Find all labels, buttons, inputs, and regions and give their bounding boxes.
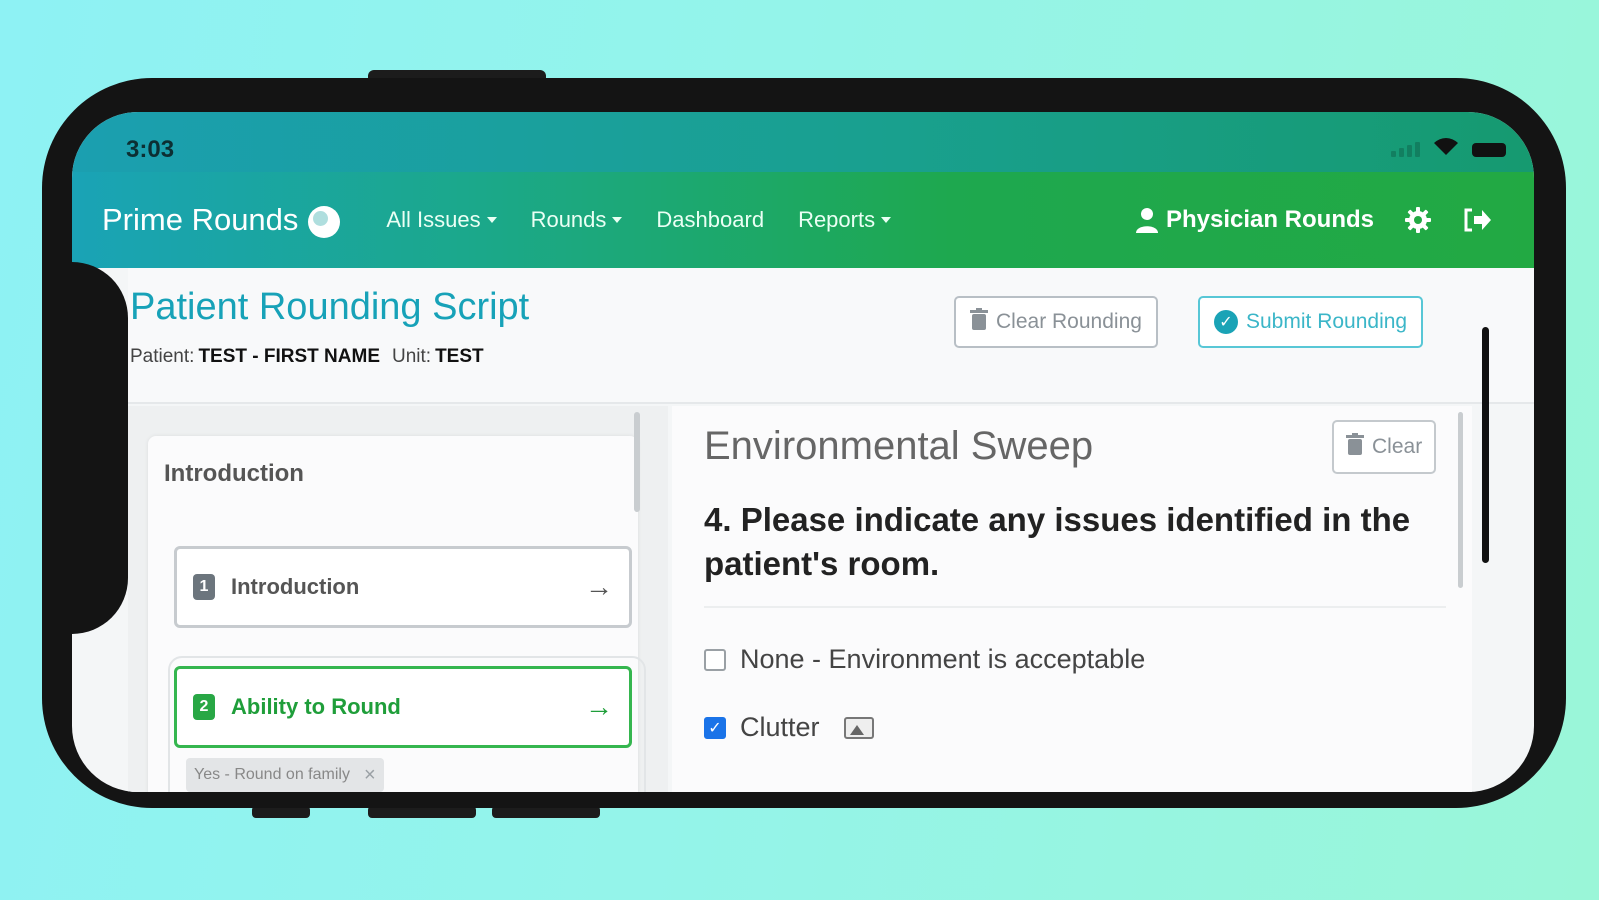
question-section-title: Environmental Sweep	[704, 424, 1094, 468]
nav-all-issues-dropdown[interactable]: All Issues	[386, 207, 497, 233]
patient-info: Patient: TEST - FIRST NAME Unit: TEST	[130, 346, 496, 368]
divider	[704, 606, 1446, 608]
nav-right: Physician Rounds	[1135, 206, 1492, 234]
steps-panel: Introduction 1 Introduction → 2 Ability …	[128, 406, 668, 792]
phone-notch	[72, 262, 128, 634]
patient-value: TEST - FIRST NAME	[198, 346, 380, 367]
user-icon	[1135, 207, 1158, 233]
trash-icon	[970, 308, 988, 336]
arrow-right-icon: →	[585, 571, 613, 602]
patient-label: Patient:	[130, 346, 195, 367]
step-introduction[interactable]: 1 Introduction →	[174, 546, 632, 628]
navbar: Prime Rounds All Issues Rounds Dashboard…	[72, 172, 1534, 268]
brand-name: Prime Rounds	[102, 202, 299, 237]
unit-value: TEST	[435, 346, 484, 367]
page-title: Patient Rounding Script	[130, 286, 530, 328]
nav-reports-dropdown[interactable]: Reports	[798, 207, 892, 233]
clear-rounding-label: Clear Rounding	[996, 310, 1142, 333]
submit-rounding-label: Submit Rounding	[1246, 310, 1408, 333]
caret-down-icon	[612, 217, 623, 223]
user-label: Physician Rounds	[1165, 206, 1374, 233]
step-label: Ability to Round	[231, 694, 401, 719]
brand-logo-icon	[308, 206, 341, 238]
nav-links: All Issues Rounds Dashboard Reports	[386, 207, 892, 233]
nav-dashboard-link[interactable]: Dashboard	[656, 207, 764, 233]
answer-tag: Yes - Round on family ×	[186, 758, 384, 792]
screen-scrollbar[interactable]	[1482, 327, 1489, 563]
battery-icon	[1472, 142, 1506, 157]
nav-link-label: Reports	[798, 207, 876, 232]
steps-scrollbar[interactable]	[634, 412, 640, 512]
question-text: 4. Please indicate any issues identified…	[704, 501, 1411, 582]
checkbox-checked[interactable]: ✓	[704, 716, 726, 739]
step-ability-to-round[interactable]: 2 Ability to Round →	[174, 666, 632, 748]
check-circle-icon: ✓	[1214, 310, 1238, 334]
caret-down-icon	[881, 217, 892, 223]
gear-icon[interactable]	[1404, 206, 1432, 234]
answer-tag-label: Yes - Round on family	[194, 766, 350, 783]
signal-icon	[1391, 142, 1420, 157]
nav-rounds-dropdown[interactable]: Rounds	[531, 207, 623, 233]
status-time: 3:03	[126, 136, 175, 163]
option-label: Clutter	[740, 712, 820, 742]
status-bar: 3:03	[72, 112, 1534, 172]
unit-label: Unit:	[392, 346, 432, 367]
option-none[interactable]: None - Environment is acceptable	[704, 644, 1145, 675]
clear-label: Clear	[1372, 435, 1423, 458]
clear-button[interactable]: Clear	[1332, 420, 1437, 474]
steps-card: Introduction 1 Introduction → 2 Ability …	[148, 436, 646, 792]
caret-down-icon	[486, 217, 497, 223]
step-label: Introduction	[231, 574, 360, 599]
logout-icon[interactable]	[1462, 207, 1492, 233]
question-panel: Environmental Sweep Clear 4. Please indi…	[672, 406, 1472, 792]
image-icon[interactable]	[843, 716, 874, 739]
status-icons	[1391, 138, 1506, 161]
step-number-badge: 1	[193, 574, 215, 600]
option-label: None - Environment is acceptable	[740, 644, 1146, 674]
steps-section-label: Introduction	[164, 460, 304, 487]
question-scrollbar[interactable]	[1458, 412, 1463, 588]
option-clutter[interactable]: ✓ Clutter	[704, 712, 874, 743]
clear-rounding-button[interactable]: Clear Rounding	[954, 296, 1158, 348]
brand-link[interactable]: Prime Rounds	[102, 202, 341, 238]
phone-screen: 3:03 Prime Rounds All Issues Rounds Dash…	[72, 112, 1534, 792]
wifi-icon	[1434, 138, 1458, 161]
submit-rounding-button[interactable]: ✓ Submit Rounding	[1198, 296, 1424, 348]
user-menu[interactable]: Physician Rounds	[1135, 206, 1374, 234]
step-number-badge: 2	[193, 694, 215, 720]
nav-link-label: All Issues	[386, 207, 481, 232]
trash-icon	[1346, 433, 1364, 461]
arrow-right-icon: →	[585, 691, 613, 722]
close-icon[interactable]: ×	[364, 764, 376, 787]
checkbox-unchecked[interactable]	[704, 648, 726, 671]
nav-link-label: Dashboard	[656, 207, 765, 232]
nav-link-label: Rounds	[530, 207, 607, 232]
page-header: Patient Rounding Script Patient: TEST - F…	[128, 268, 1534, 404]
